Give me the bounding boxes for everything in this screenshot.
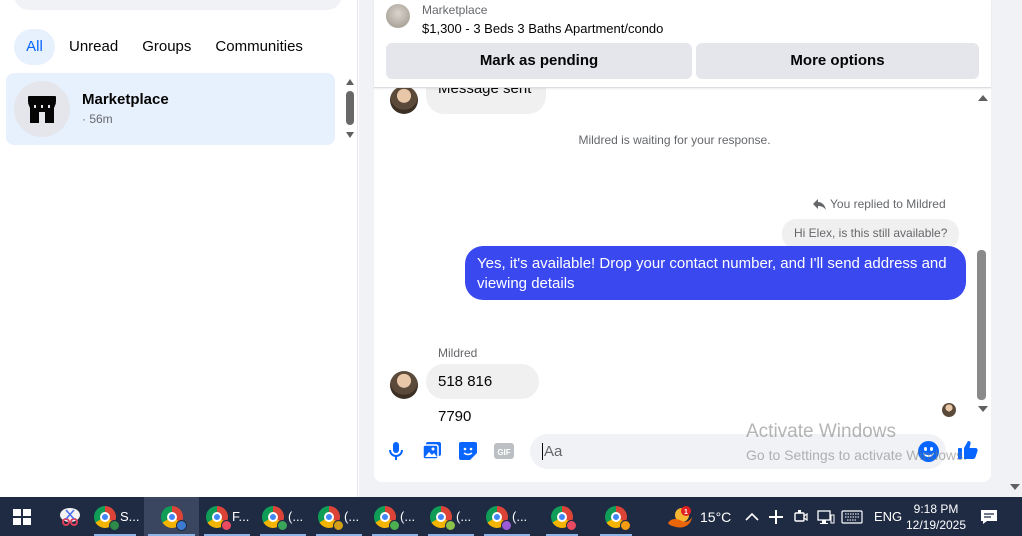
network-icon[interactable]: [817, 497, 835, 536]
tab-groups[interactable]: Groups: [132, 29, 201, 65]
quoted-message[interactable]: Hi Elex, is this still available?: [782, 219, 960, 249]
microphone-icon[interactable]: [385, 440, 407, 462]
gif-icon[interactable]: GIF: [493, 440, 515, 462]
clock-time: 9:18 PM: [913, 502, 959, 516]
reply-indicator: You replied to Mildred: [813, 197, 946, 211]
chrome-icon: [374, 505, 400, 531]
chat-scrollbar[interactable]: [975, 92, 989, 416]
chrome-icon: [430, 505, 456, 531]
chrome-icon: [160, 505, 187, 531]
conversation-title: Marketplace: [82, 91, 169, 108]
taskbar-chrome-window-2[interactable]: F...: [200, 497, 254, 536]
scrollbar-thumb[interactable]: [977, 250, 986, 400]
sticker-icon[interactable]: [457, 440, 479, 462]
chrome-icon: [206, 505, 232, 531]
conversation-time: · 56m: [82, 112, 113, 126]
avatar[interactable]: [390, 371, 418, 399]
more-options-button[interactable]: More options: [696, 43, 979, 79]
taskbar-chrome-window-6[interactable]: (...: [424, 497, 478, 536]
meet-now-icon[interactable]: [794, 497, 808, 536]
text-cursor: [542, 443, 543, 460]
chrome-icon: [262, 505, 288, 531]
listing-thumbnail[interactable]: [386, 4, 410, 28]
taskbar-chrome-window-4[interactable]: (...: [312, 497, 366, 536]
sender-name: Mildred: [438, 346, 478, 360]
taskbar-chrome-window-5[interactable]: (...: [368, 497, 422, 536]
seen-indicator-avatar: [942, 403, 956, 417]
incoming-message-bubble[interactable]: 518 816 7790: [426, 364, 539, 425]
mark-as-pending-button[interactable]: Mark as pending: [386, 43, 692, 79]
language-indicator[interactable]: ENG: [874, 497, 902, 536]
conversation-item-marketplace[interactable]: Marketplace · 56m: [6, 73, 335, 145]
tab-communities[interactable]: Communities: [205, 29, 313, 65]
listing-title[interactable]: $1,300 - 3 Beds 3 Baths Apartment/condo: [422, 21, 663, 36]
taskbar-chrome-window-3[interactable]: (...: [256, 497, 310, 536]
tab-unread[interactable]: Unread: [59, 29, 128, 65]
avatar[interactable]: [390, 86, 418, 114]
weather-widget[interactable]: 1 15°C: [666, 497, 731, 536]
reply-indicator-label: You replied to Mildred: [830, 197, 946, 211]
chrome-icon: [551, 505, 577, 531]
windows-taskbar: S... F... (... (... (... (... (...: [0, 497, 1022, 536]
activate-windows-watermark: Activate Windows Go to Settings to activ…: [746, 421, 967, 463]
chrome-icon: [605, 505, 631, 531]
notifications-icon[interactable]: [980, 497, 998, 536]
taskbar-chrome-window-7[interactable]: (...: [480, 497, 534, 536]
chat-list-sidebar: All Unread Groups Communities Marketplac…: [0, 0, 358, 497]
scroll-down-arrow-icon[interactable]: [346, 132, 354, 138]
listing-label: Marketplace: [422, 3, 488, 17]
chrome-icon: [94, 505, 120, 531]
search-input[interactable]: [14, 0, 342, 10]
taskbar-chrome-window-active[interactable]: [144, 497, 199, 536]
outgoing-message-bubble[interactable]: Yes, it's available! Drop your contact n…: [465, 246, 966, 300]
windows-start-icon[interactable]: [13, 509, 31, 525]
tab-all[interactable]: All: [14, 29, 55, 65]
scroll-up-arrow-icon[interactable]: [978, 95, 988, 101]
photo-icon[interactable]: [421, 440, 443, 462]
clock-date: 12/19/2025: [905, 518, 967, 532]
keyboard-icon[interactable]: [841, 497, 863, 536]
svg-text:GIF: GIF: [497, 448, 510, 457]
sidebar-scrollbar[interactable]: [343, 75, 357, 141]
svg-text:1: 1: [684, 509, 688, 516]
chrome-icon: [318, 505, 344, 531]
scrollbar-thumb[interactable]: [346, 91, 354, 125]
plus-icon[interactable]: [768, 497, 784, 536]
snipping-tool-icon[interactable]: [52, 497, 88, 536]
waiting-notice: Mildred is waiting for your response.: [578, 133, 771, 147]
chrome-icon: [486, 505, 512, 531]
show-hidden-icons-chevron-icon[interactable]: [745, 497, 759, 536]
taskbar-chrome-window-9[interactable]: [596, 497, 636, 536]
taskbar-chrome-window-1[interactable]: S...: [90, 497, 140, 536]
reply-arrow-icon: [813, 198, 826, 210]
weather-temperature: 15°C: [700, 508, 732, 525]
scroll-down-arrow-icon[interactable]: [978, 406, 988, 412]
weather-icon: 1: [668, 505, 692, 528]
scroll-up-arrow-icon[interactable]: [346, 79, 354, 85]
store-icon: [14, 81, 70, 137]
taskbar-chrome-window-8[interactable]: [542, 497, 582, 536]
taskbar-clock[interactable]: 9:18 PM 12/19/2025: [900, 501, 972, 533]
page-scroll-down-icon[interactable]: [1010, 484, 1020, 490]
message-input-placeholder: Aa: [544, 443, 563, 460]
filter-tabs: All Unread Groups Communities: [14, 29, 317, 65]
